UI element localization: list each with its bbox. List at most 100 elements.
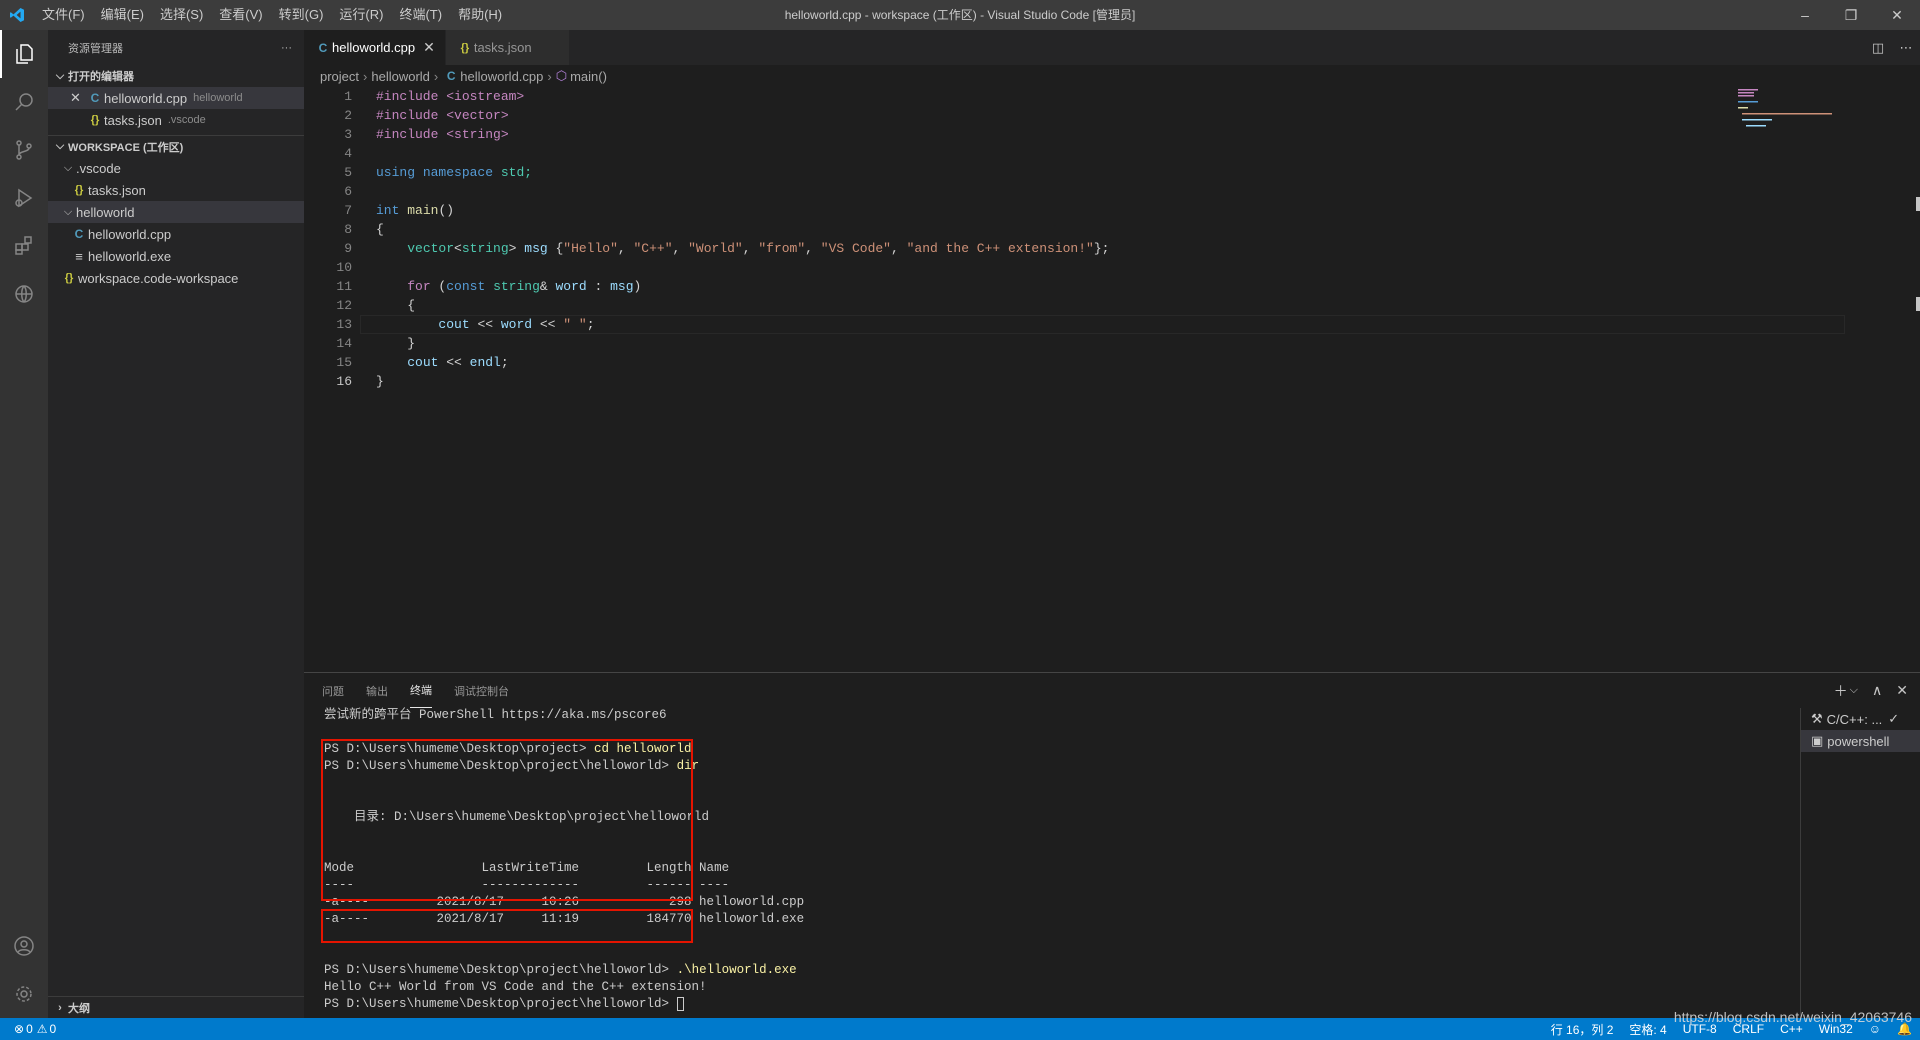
chevron-down-icon: ⌵	[55, 69, 65, 82]
open-editor-helloworld-cpp[interactable]: ✕ C helloworld.cpp helloworld	[48, 87, 304, 109]
outline-section[interactable]: › 大纲	[48, 996, 304, 1018]
code-token: cout	[407, 355, 439, 370]
tree-file-helloworld-exe[interactable]: ≡ helloworld.exe	[48, 245, 304, 267]
open-editors-section[interactable]: ⌵ 打开的编辑器	[48, 65, 304, 87]
outline-label: 大纲	[68, 1002, 90, 1015]
chevron-right-icon: ›	[547, 68, 552, 84]
code-token: cout	[438, 317, 470, 332]
menu-edit[interactable]: 编辑(E)	[93, 0, 152, 30]
editor-group: C helloworld.cpp ✕ {} tasks.json ◫ ⋯ pro…	[304, 30, 1920, 672]
menu-selection[interactable]: 选择(S)	[152, 0, 211, 30]
close-editor-icon[interactable]: ✕	[70, 90, 86, 106]
close-panel-icon[interactable]: ✕	[1896, 682, 1908, 699]
extensions-icon[interactable]	[0, 222, 48, 270]
open-editor-name: helloworld.cpp	[104, 90, 188, 106]
menu-view[interactable]: 查看(V)	[211, 0, 270, 30]
more-actions-icon[interactable]: ···	[281, 42, 292, 54]
line-number: 9	[344, 241, 352, 256]
file-icon: ≡	[75, 248, 83, 264]
account-icon[interactable]	[0, 922, 48, 970]
minimize-icon[interactable]: –	[1782, 0, 1828, 30]
breadcrumb-item[interactable]: helloworld	[371, 69, 430, 84]
code-token: "VS Code"	[820, 241, 891, 256]
close-window-icon[interactable]: ✕	[1874, 0, 1920, 30]
error-count: 0	[26, 1022, 33, 1036]
more-actions-icon[interactable]: ⋯	[1892, 40, 1920, 56]
function-icon: ⬡	[555, 68, 568, 83]
terminal-line: Hello C++ World from VS Code and the C++…	[324, 980, 707, 994]
code-token: const	[446, 279, 486, 294]
menu-help[interactable]: 帮助(H)	[450, 0, 510, 30]
line-number: 5	[344, 165, 352, 180]
window-controls: – ❐ ✕	[1782, 0, 1920, 30]
tree-file-workspace[interactable]: {} workspace.code-workspace	[48, 267, 304, 289]
code-token: word	[555, 279, 587, 294]
open-editors-label: 打开的编辑器	[68, 71, 134, 83]
split-editor-icon[interactable]: ◫	[1864, 40, 1892, 56]
terminal-line: PS D:\Users\humeme\Desktop\project\hello…	[324, 962, 1789, 979]
tree-folder-vscode[interactable]: ⌵ .vscode	[48, 157, 304, 179]
line-number: 1	[344, 89, 352, 104]
open-editor-tasks-json[interactable]: {} tasks.json .vscode	[48, 109, 304, 131]
cpp-file-icon: C	[446, 69, 456, 83]
explorer-icon[interactable]	[0, 30, 48, 78]
code-token: namespace	[422, 165, 494, 180]
terminal-prompt: PS D:\Users\humeme\Desktop\project\hello…	[324, 963, 677, 977]
menu-file[interactable]: 文件(F)	[34, 0, 93, 30]
tab-problems[interactable]: 问题	[322, 673, 344, 708]
tab-output[interactable]: 输出	[366, 673, 388, 708]
problems-status[interactable]: ⊗ 0 ⚠ 0	[0, 1022, 56, 1036]
breadcrumb-item[interactable]: main()	[570, 69, 607, 84]
settings-gear-icon[interactable]	[0, 970, 48, 1018]
tab-terminal[interactable]: 终端	[410, 673, 432, 708]
search-icon[interactable]	[0, 78, 48, 126]
indentation[interactable]: 空格: 4	[1629, 1021, 1666, 1038]
file-name: helloworld.cpp	[88, 226, 172, 242]
code-token: int	[376, 203, 400, 218]
breadcrumb-item[interactable]: project	[320, 69, 359, 84]
chevron-right-icon: ›	[58, 1001, 62, 1014]
close-tab-icon[interactable]: ✕	[423, 39, 435, 56]
menu-terminal[interactable]: 终端(T)	[391, 0, 450, 30]
terminal-command: .\helloworld.exe	[676, 963, 797, 977]
json-file-icon: {}	[64, 272, 74, 284]
code-line: using namespace std;	[352, 163, 532, 182]
editor-scrollbar[interactable]	[1906, 87, 1920, 507]
breadcrumb-item[interactable]: helloworld.cpp	[460, 69, 543, 84]
menu-run[interactable]: 运行(R)	[331, 0, 391, 30]
folder-name: helloworld	[76, 204, 135, 220]
chevron-right-icon: ›	[363, 68, 368, 84]
code-token: "from"	[758, 241, 806, 256]
cursor-position[interactable]: 行 16，列 2	[1551, 1021, 1614, 1038]
new-terminal-icon[interactable]: ＋	[1834, 681, 1848, 701]
terminal-cursor	[676, 996, 684, 1011]
line-number: 6	[344, 184, 352, 199]
minimap[interactable]	[1738, 87, 1848, 127]
tab-helloworld-cpp[interactable]: C helloworld.cpp ✕	[304, 30, 446, 65]
breadcrumb: project › helloworld › C helloworld.cpp …	[304, 65, 1920, 87]
line-number: 8	[344, 222, 352, 237]
highlight-box	[321, 909, 693, 943]
chevron-down-icon[interactable]: ⌵	[1850, 684, 1858, 697]
terminal-list-item-powershell[interactable]: ▣ powershell	[1801, 730, 1920, 752]
tab-debug-console[interactable]: 调试控制台	[454, 673, 509, 708]
tree-folder-helloworld[interactable]: ⌵ helloworld	[48, 201, 304, 223]
menu-go[interactable]: 转到(G)	[271, 0, 332, 30]
code-line: cout << word << " ";	[438, 317, 595, 332]
terminal-prompt: PS D:\Users\humeme\Desktop\project\hello…	[324, 997, 677, 1011]
panel-actions: ＋ ⌵ ∧ ✕	[1820, 673, 1908, 708]
tab-tasks-json[interactable]: {} tasks.json	[445, 30, 570, 65]
tree-file-tasks-json[interactable]: {} tasks.json	[48, 179, 304, 201]
run-debug-icon[interactable]	[0, 174, 48, 222]
tree-file-helloworld-cpp[interactable]: C helloworld.cpp	[48, 223, 304, 245]
restore-icon[interactable]: ❐	[1828, 0, 1874, 30]
terminal-list-item-task[interactable]: ⚒ C/C++: ... ✓	[1801, 708, 1920, 730]
code-editor[interactable]: 1 #include <iostream> 2 #include <vector> …	[304, 87, 1920, 391]
remote-explorer-icon[interactable]	[0, 270, 48, 318]
source-control-icon[interactable]	[0, 126, 48, 174]
cpp-file-icon: C	[74, 227, 84, 241]
workspace-section[interactable]: ⌵ WORKSPACE (工作区)	[48, 135, 304, 157]
maximize-panel-icon[interactable]: ∧	[1872, 682, 1882, 699]
